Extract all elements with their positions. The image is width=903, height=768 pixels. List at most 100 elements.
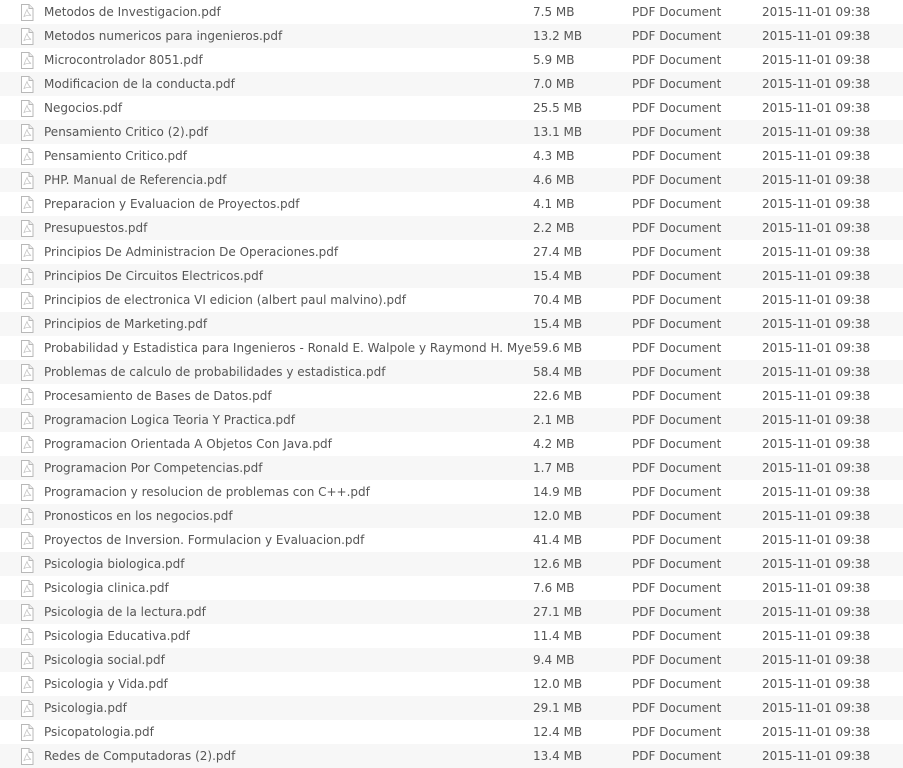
file-size: 1.7 MB — [533, 461, 575, 475]
file-row[interactable]: Programacion y resolucion de problemas c… — [0, 480, 903, 504]
file-row[interactable]: Pronosticos en los negocios.pdf 12.0 MB … — [0, 504, 903, 528]
file-name[interactable]: Pensamiento Critico (2).pdf — [44, 125, 533, 139]
file-row[interactable]: Pensamiento Critico (2).pdf 13.1 MB PDF … — [0, 120, 903, 144]
file-name[interactable]: PHP. Manual de Referencia.pdf — [44, 173, 533, 187]
file-size: 4.3 MB — [533, 149, 575, 163]
file-name[interactable]: Programacion Por Competencias.pdf — [44, 461, 533, 475]
file-date: 2015-11-01 09:38 — [762, 461, 871, 475]
file-size: 7.6 MB — [533, 581, 575, 595]
file-row[interactable]: Pensamiento Critico.pdf 4.3 MB PDF Docum… — [0, 144, 903, 168]
file-name[interactable]: Proyectos de Inversion. Formulacion y Ev… — [44, 533, 533, 547]
file-row[interactable]: Psicologia biologica.pdf 12.6 MB PDF Doc… — [0, 552, 903, 576]
file-name[interactable]: Problemas de calculo de probabilidades y… — [44, 365, 533, 379]
file-date: 2015-11-01 09:38 — [762, 269, 871, 283]
file-name[interactable]: Pronosticos en los negocios.pdf — [44, 509, 533, 523]
file-name[interactable]: Preparacion y Evaluacion de Proyectos.pd… — [44, 197, 533, 211]
file-name[interactable]: Metodos numericos para ingenieros.pdf — [44, 29, 533, 43]
file-size: 15.4 MB — [533, 317, 583, 331]
file-row[interactable]: Metodos numericos para ingenieros.pdf 13… — [0, 24, 903, 48]
file-type: PDF Document — [632, 461, 722, 475]
pdf-file-icon — [0, 648, 44, 672]
file-name[interactable]: Negocios.pdf — [44, 101, 533, 115]
file-name[interactable]: Psicologia social.pdf — [44, 653, 533, 667]
pdf-file-icon — [0, 120, 44, 144]
file-name[interactable]: Psicopatologia.pdf — [44, 725, 533, 739]
file-row[interactable]: Modificacion de la conducta.pdf 7.0 MB P… — [0, 72, 903, 96]
file-name[interactable]: Principios De Circuitos Electricos.pdf — [44, 269, 533, 283]
file-name[interactable]: Programacion Orientada A Objetos Con Jav… — [44, 437, 533, 451]
file-name[interactable]: Principios de Marketing.pdf — [44, 317, 533, 331]
file-date: 2015-11-01 09:38 — [762, 605, 871, 619]
file-row[interactable]: Principios de Marketing.pdf 15.4 MB PDF … — [0, 312, 903, 336]
file-row[interactable]: Redes de Computadoras (2).pdf 13.4 MB PD… — [0, 744, 903, 768]
file-row[interactable]: Psicologia y Vida.pdf 12.0 MB PDF Docume… — [0, 672, 903, 696]
file-row[interactable]: Principios de electronica VI edicion (al… — [0, 288, 903, 312]
file-row[interactable]: Negocios.pdf 25.5 MB PDF Document 2015-1… — [0, 96, 903, 120]
file-type: PDF Document — [632, 101, 722, 115]
file-size: 13.2 MB — [533, 29, 583, 43]
file-row[interactable]: Psicologia.pdf 29.1 MB PDF Document 2015… — [0, 696, 903, 720]
file-name[interactable]: Modificacion de la conducta.pdf — [44, 77, 533, 91]
file-name[interactable]: Presupuestos.pdf — [44, 221, 533, 235]
file-row[interactable]: Principios De Circuitos Electricos.pdf 1… — [0, 264, 903, 288]
file-row[interactable]: PHP. Manual de Referencia.pdf 4.6 MB PDF… — [0, 168, 903, 192]
file-row[interactable]: Programacion Orientada A Objetos Con Jav… — [0, 432, 903, 456]
file-row[interactable]: Metodos de Investigacion.pdf 7.5 MB PDF … — [0, 0, 903, 24]
file-row[interactable]: Presupuestos.pdf 2.2 MB PDF Document 201… — [0, 216, 903, 240]
file-row[interactable]: Psicopatologia.pdf 12.4 MB PDF Document … — [0, 720, 903, 744]
file-date: 2015-11-01 09:38 — [762, 293, 871, 307]
file-row[interactable]: Programacion Por Competencias.pdf 1.7 MB… — [0, 456, 903, 480]
file-name[interactable]: Psicologia y Vida.pdf — [44, 677, 533, 691]
file-name[interactable]: Probabilidad y Estadistica para Ingenier… — [44, 341, 533, 355]
pdf-file-icon — [0, 288, 44, 312]
pdf-file-icon — [0, 456, 44, 480]
file-name[interactable]: Psicologia biologica.pdf — [44, 557, 533, 571]
file-type: PDF Document — [632, 125, 722, 139]
file-row[interactable]: Proyectos de Inversion. Formulacion y Ev… — [0, 528, 903, 552]
pdf-file-icon — [0, 168, 44, 192]
file-name[interactable]: Redes de Computadoras (2).pdf — [44, 749, 533, 763]
file-size: 22.6 MB — [533, 389, 583, 403]
file-name[interactable]: Principios De Administracion De Operacio… — [44, 245, 533, 259]
file-size: 11.4 MB — [533, 629, 583, 643]
file-name[interactable]: Programacion y resolucion de problemas c… — [44, 485, 533, 499]
file-row[interactable]: Problemas de calculo de probabilidades y… — [0, 360, 903, 384]
file-type: PDF Document — [632, 437, 722, 451]
file-row[interactable]: Psicologia social.pdf 9.4 MB PDF Documen… — [0, 648, 903, 672]
file-name[interactable]: Psicologia.pdf — [44, 701, 533, 715]
file-type: PDF Document — [632, 293, 722, 307]
file-date: 2015-11-01 09:38 — [762, 341, 871, 355]
file-type: PDF Document — [632, 341, 722, 355]
file-name[interactable]: Principios de electronica VI edicion (al… — [44, 293, 533, 307]
file-row[interactable]: Preparacion y Evaluacion de Proyectos.pd… — [0, 192, 903, 216]
file-name[interactable]: Psicologia clinica.pdf — [44, 581, 533, 595]
file-type: PDF Document — [632, 485, 722, 499]
file-list: Metodos de Investigacion.pdf 7.5 MB PDF … — [0, 0, 903, 768]
file-row[interactable]: Principios De Administracion De Operacio… — [0, 240, 903, 264]
file-date: 2015-11-01 09:38 — [762, 509, 871, 523]
file-row[interactable]: Psicologia de la lectura.pdf 27.1 MB PDF… — [0, 600, 903, 624]
file-name[interactable]: Pensamiento Critico.pdf — [44, 149, 533, 163]
file-row[interactable]: Procesamiento de Bases de Datos.pdf 22.6… — [0, 384, 903, 408]
pdf-file-icon — [0, 480, 44, 504]
file-name[interactable]: Psicologia de la lectura.pdf — [44, 605, 533, 619]
file-name[interactable]: Metodos de Investigacion.pdf — [44, 5, 533, 19]
pdf-file-icon — [0, 216, 44, 240]
file-row[interactable]: Programacion Logica Teoria Y Practica.pd… — [0, 408, 903, 432]
file-name[interactable]: Procesamiento de Bases de Datos.pdf — [44, 389, 533, 403]
file-row[interactable]: Microcontrolador 8051.pdf 5.9 MB PDF Doc… — [0, 48, 903, 72]
file-row[interactable]: Psicologia Educativa.pdf 11.4 MB PDF Doc… — [0, 624, 903, 648]
file-name[interactable]: Psicologia Educativa.pdf — [44, 629, 533, 643]
file-size: 58.4 MB — [533, 365, 583, 379]
file-date: 2015-11-01 09:38 — [762, 245, 871, 259]
file-type: PDF Document — [632, 701, 722, 715]
file-size: 70.4 MB — [533, 293, 583, 307]
file-name[interactable]: Programacion Logica Teoria Y Practica.pd… — [44, 413, 533, 427]
pdf-file-icon — [0, 408, 44, 432]
file-row[interactable]: Psicologia clinica.pdf 7.6 MB PDF Docume… — [0, 576, 903, 600]
file-name[interactable]: Microcontrolador 8051.pdf — [44, 53, 533, 67]
file-type: PDF Document — [632, 653, 722, 667]
file-row[interactable]: Probabilidad y Estadistica para Ingenier… — [0, 336, 903, 360]
pdf-file-icon — [0, 240, 44, 264]
pdf-file-icon — [0, 96, 44, 120]
